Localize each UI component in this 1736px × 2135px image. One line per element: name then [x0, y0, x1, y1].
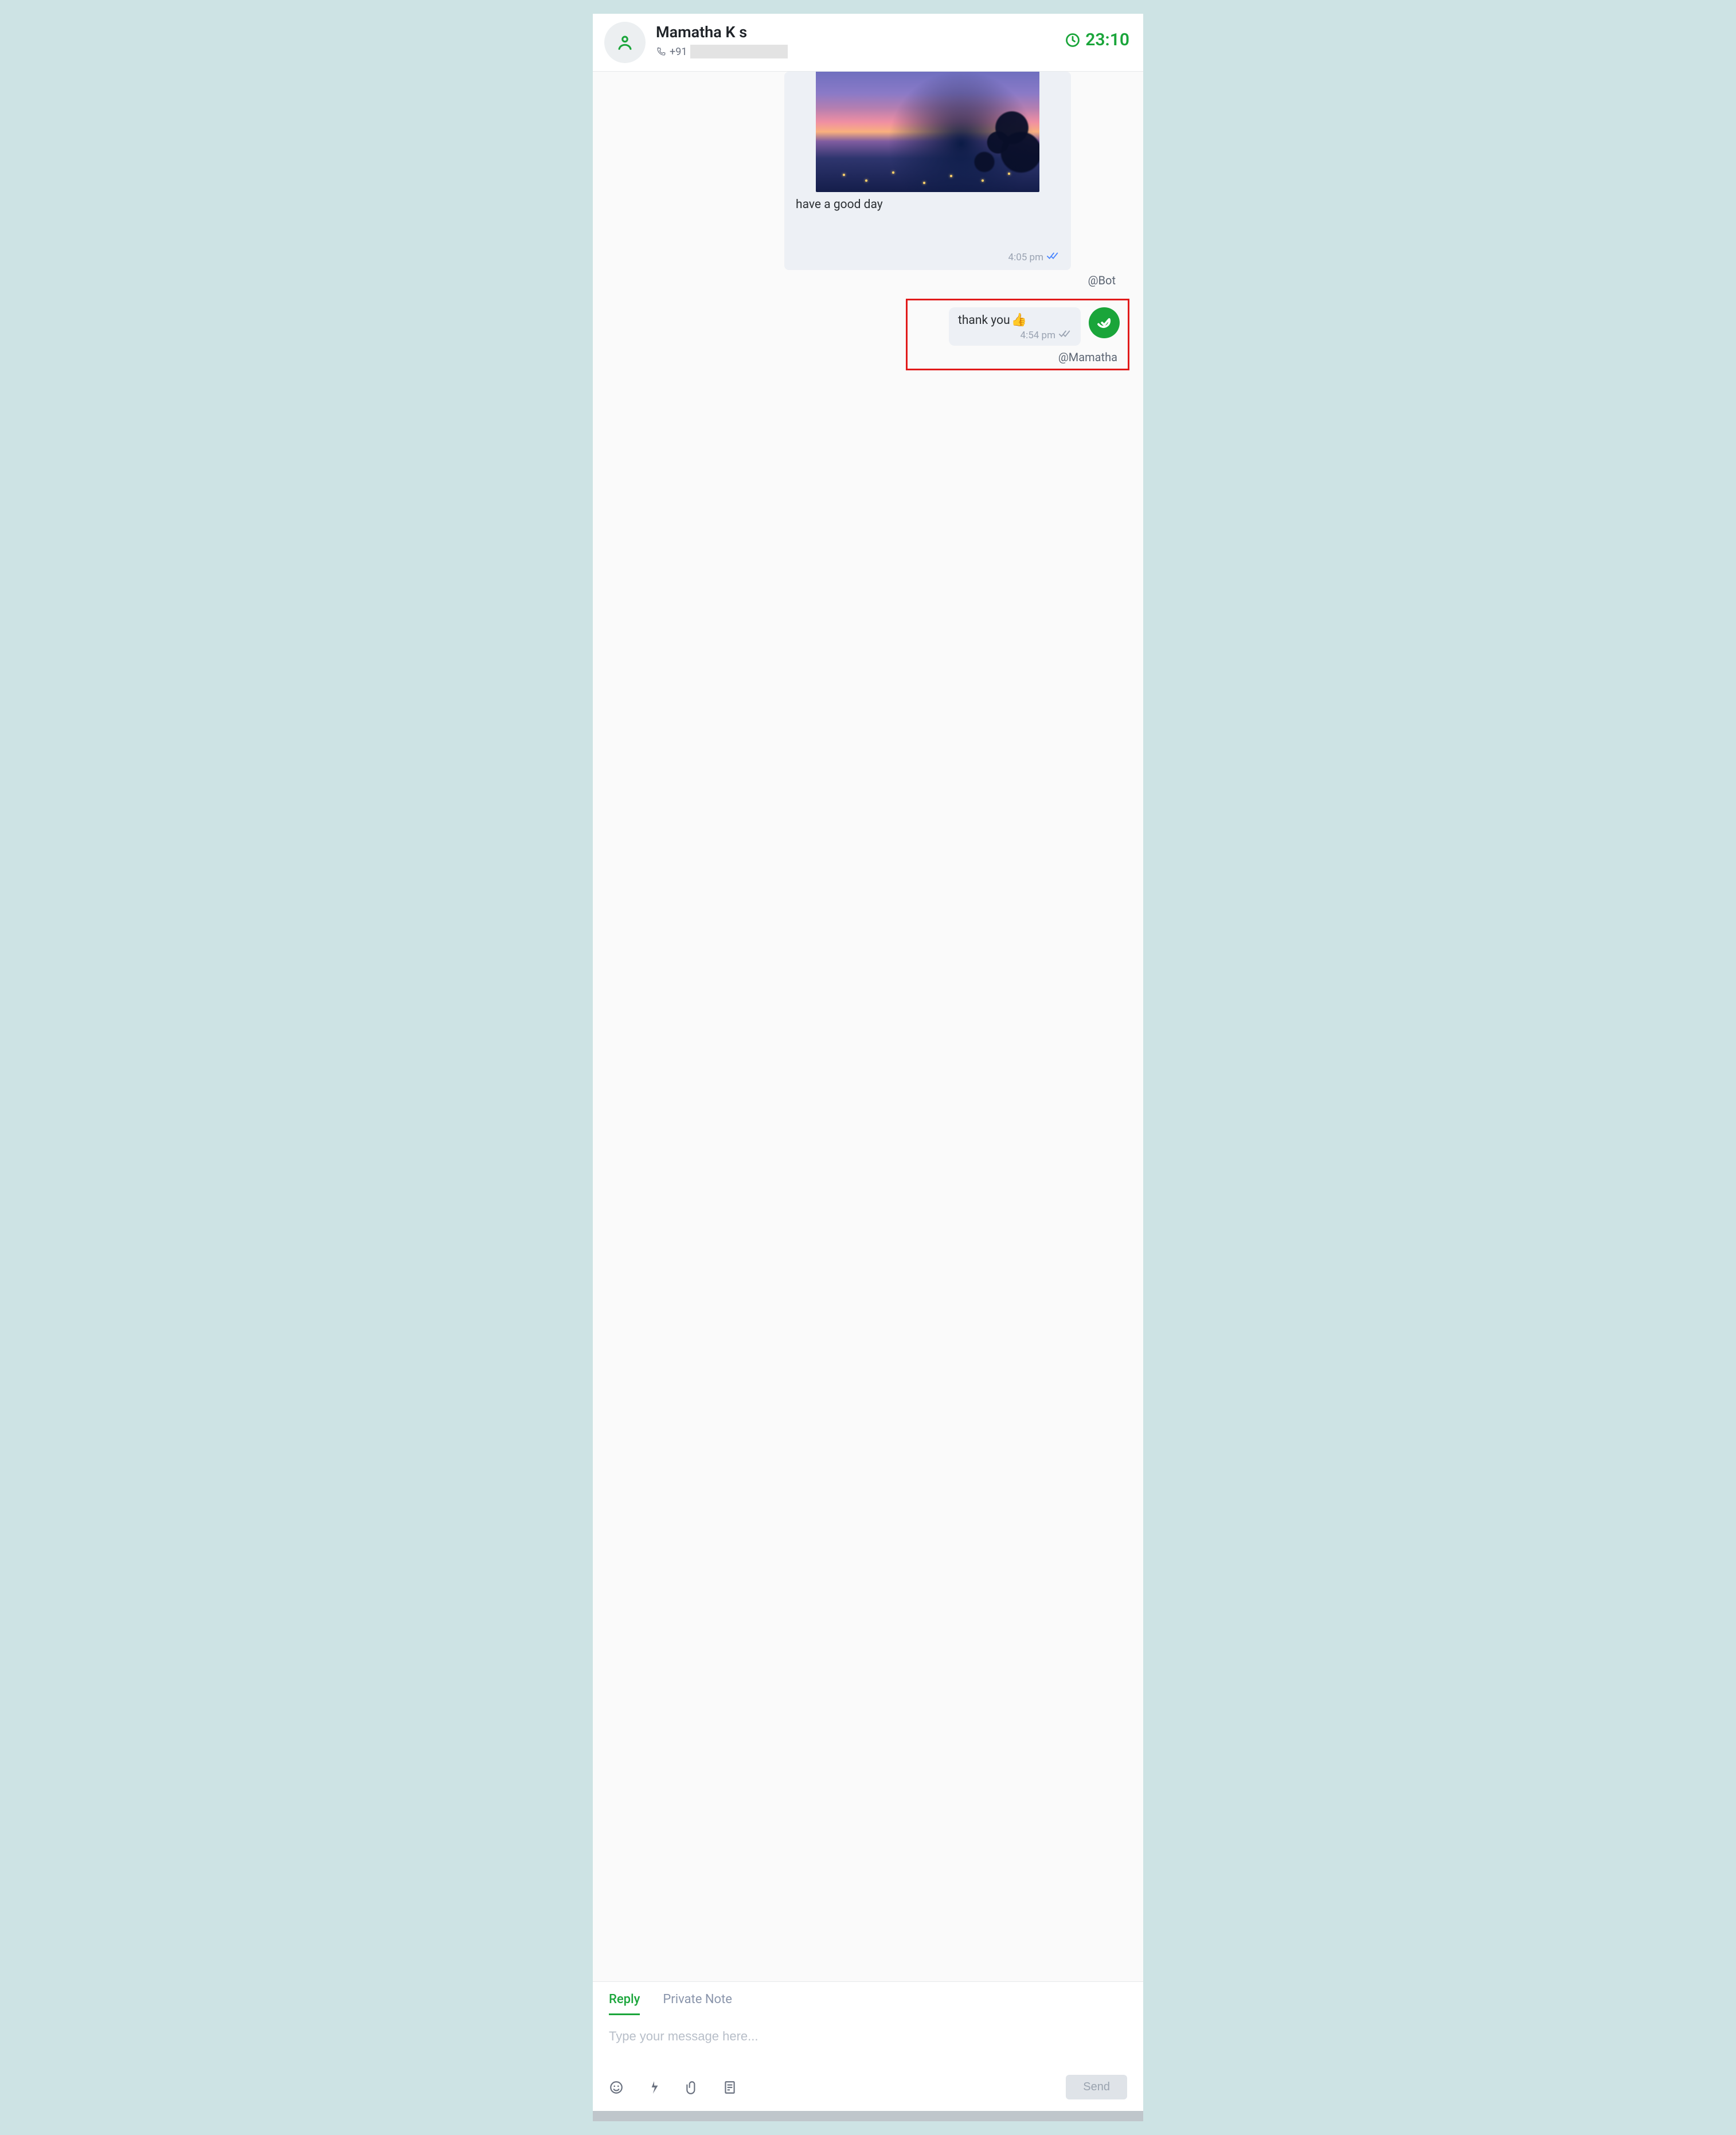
tab-reply[interactable]: Reply — [609, 1992, 640, 2015]
phone-prefix: +91 — [670, 46, 687, 58]
clock-icon — [1065, 32, 1081, 48]
chat-header: Mamatha K s +91 23:10 — [593, 14, 1143, 72]
composer-tabs: Reply Private Note — [609, 1992, 1127, 2015]
person-icon — [615, 33, 635, 52]
message-meta: 4:05 pm — [784, 212, 1071, 263]
session-timer: 23:10 — [1065, 22, 1129, 50]
message-input[interactable] — [609, 2029, 1127, 2044]
send-button[interactable]: Send — [1066, 2075, 1127, 2099]
delivered-icon — [1059, 330, 1072, 341]
message-image[interactable] — [816, 72, 1039, 192]
composer-toolbar: Send — [609, 2075, 1127, 2099]
emoji-icon[interactable] — [609, 2080, 624, 2095]
message-time: 4:05 pm — [1008, 252, 1043, 263]
message-bubble-agent[interactable]: thank you👍 4:54 pm — [949, 307, 1081, 346]
message-input-area[interactable] — [609, 2029, 1127, 2069]
contact-avatar[interactable] — [604, 22, 646, 63]
message-text-agent: thank you👍 — [958, 313, 1072, 327]
message-text: have a good day — [784, 198, 1071, 212]
message-row-agent: thank you👍 4:54 pm — [916, 307, 1120, 346]
tab-private-note[interactable]: Private Note — [663, 1992, 732, 2015]
phone-icon — [656, 46, 666, 57]
message-bubble-bot[interactable]: have a good day 4:05 pm — [784, 72, 1071, 270]
phone-redacted — [690, 45, 788, 58]
message-meta-agent: 4:54 pm — [958, 330, 1072, 341]
sunset-image — [816, 72, 1039, 192]
message-time-agent: 4:54 pm — [1021, 330, 1055, 341]
agent-text: thank you — [958, 314, 1010, 327]
sender-tag-agent: @Mamatha — [916, 350, 1117, 364]
chat-window: Mamatha K s +91 23:10 — [593, 14, 1143, 2121]
contact-name: Mamatha K s — [656, 23, 1054, 41]
footer-bar — [593, 2111, 1143, 2121]
composer: Reply Private Note Send — [593, 1981, 1143, 2111]
channel-badge — [1089, 307, 1120, 338]
contact-phone: +91 — [656, 45, 1054, 58]
timer-value: 23:10 — [1085, 30, 1129, 50]
sender-tag-bot: @Bot — [607, 273, 1116, 287]
attachment-icon[interactable] — [685, 2080, 699, 2095]
read-receipt-icon — [1047, 252, 1059, 263]
highlighted-reply: thank you👍 4:54 pm — [906, 299, 1129, 370]
quick-reply-icon[interactable] — [647, 2080, 662, 2095]
message-row-bot: have a good day 4:05 pm — [607, 72, 1129, 270]
thumbs-up-icon: 👍 — [1011, 313, 1027, 327]
check-swoosh-icon — [1096, 314, 1113, 331]
template-icon[interactable] — [722, 2080, 737, 2095]
contact-meta: Mamatha K s +91 — [656, 22, 1054, 58]
chat-body: have a good day 4:05 pm @Bot — [593, 72, 1143, 1981]
